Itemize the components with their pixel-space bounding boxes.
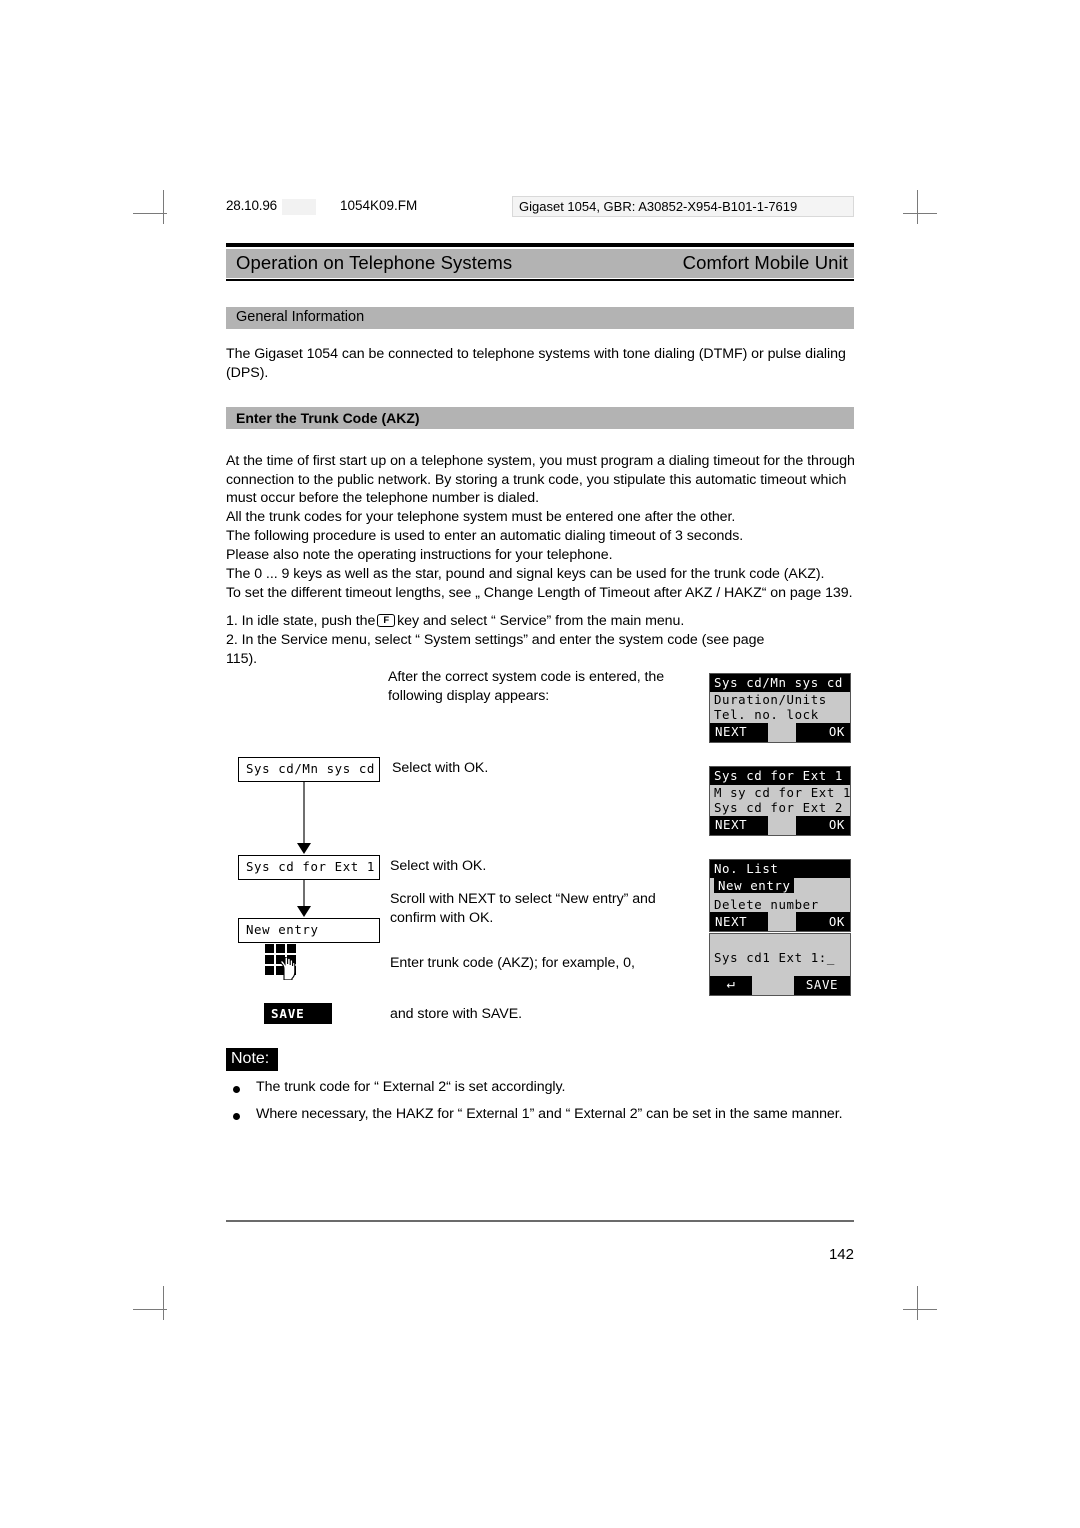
date-field-shade	[282, 199, 316, 215]
caption-select-with-ok-1: Select with OK.	[392, 760, 489, 776]
running-head-bar: Operation on Telephone Systems Comfort M…	[226, 249, 854, 278]
step-1: 1. In idle state, push the Fkey and selec…	[226, 612, 858, 631]
lcd-3-row-1: New entry	[710, 877, 850, 897]
crop-mark-top-right-v	[917, 190, 918, 224]
lcd-3-softkeys: NEXT OK	[710, 912, 850, 932]
lcd-1-title: Sys cd/Mn sys cd	[710, 674, 850, 692]
crop-mark-top-left-v	[163, 190, 164, 224]
lcd-4-spacer	[710, 934, 850, 950]
note-item-1: The trunk code for “ External 2“ is set …	[256, 1079, 566, 1095]
lcd-3-softkey-next[interactable]: NEXT	[710, 912, 768, 932]
flow-arrowhead-2	[297, 906, 311, 917]
save-key-glyph: SAVE	[264, 1003, 332, 1024]
lcd-2-row-2: Sys cd for Ext 2	[710, 800, 850, 816]
paragraph-1: At the time of first start up on a telep…	[226, 453, 855, 507]
flow-connector-1	[303, 782, 305, 847]
caption-store-with-save: and store with SAVE.	[390, 1006, 523, 1022]
lcd-1-row-1: Duration/Units	[710, 691, 850, 708]
step-1-text-before: 1. In idle state, push the	[226, 613, 376, 629]
lcd-4-row-1: Sys cd1 Ext 1:_	[710, 950, 850, 966]
note-tag: Note:	[226, 1048, 279, 1071]
crop-mark-top-right-h	[903, 213, 937, 214]
lcd-display-1: Sys cd/Mn sys cd Duration/Units Tel. no.…	[709, 673, 851, 743]
lcd-1-softkey-ok[interactable]: OK	[796, 722, 850, 742]
caption-after-system-code: After the correct system code is entered…	[388, 669, 665, 704]
paragraph-6: To set the different timeout lengths, se…	[226, 585, 853, 601]
page-number: 142	[828, 1246, 854, 1263]
f-key-icon: F	[377, 614, 396, 627]
section-heading-enter-trunk-code: Enter the Trunk Code (AKZ)	[226, 407, 854, 429]
lcd-3-softkey-ok[interactable]: OK	[796, 912, 850, 932]
lcd-2-softkey-ok[interactable]: OK	[796, 815, 850, 835]
lcd-display-3: No. List New entry Delete number NEXT OK	[709, 859, 851, 933]
crop-mark-bottom-right-h	[903, 1309, 937, 1310]
lcd-1-row-2: Tel. no. lock	[710, 707, 850, 723]
caption-enter-trunk-code: Enter trunk code (AKZ); for example, 0,	[390, 955, 635, 971]
lcd-1-softkeys: NEXT OK	[710, 722, 850, 742]
paragraph-5: The 0 ... 9 keys as well as the star, po…	[226, 566, 825, 582]
intro-paragraph: The Gigaset 1054 can be connected to tel…	[226, 346, 846, 381]
crop-mark-top-left-h	[133, 213, 167, 214]
flow-box-sys-cd-mn-sys-cd: Sys cd/Mn sys cd	[238, 757, 380, 782]
lcd-2-softkeys: NEXT OK	[710, 815, 850, 835]
running-head-left: Operation on Telephone Systems	[236, 252, 513, 273]
meta-doc-ref: Gigaset 1054, GBR: A30852-X954-B101-1-76…	[512, 196, 854, 217]
meta-date: 28.10.96	[226, 198, 277, 213]
caption-select-with-ok-2: Select with OK.	[390, 858, 487, 874]
note-item-2: Where necessary, the HAKZ for “ External…	[256, 1106, 843, 1122]
paragraph-3: The following procedure is used to enter…	[226, 528, 744, 544]
footer-rule	[226, 1220, 854, 1222]
lcd-2-softkey-next[interactable]: NEXT	[710, 815, 768, 835]
lcd-display-4: Sys cd1 Ext 1:_ ↵ SAVE	[709, 933, 851, 996]
step-1-text-after: key and select “ Service” from the main …	[397, 613, 685, 629]
keypad-icon	[265, 944, 305, 980]
note-bullet-1	[233, 1086, 240, 1093]
lcd-4-softkeys: ↵ SAVE	[710, 975, 850, 995]
lcd-4-softkey-save[interactable]: SAVE	[794, 975, 850, 995]
caption-scroll-next: Scroll with NEXT to select “New entry” a…	[390, 891, 656, 926]
note-bullet-2	[233, 1113, 240, 1120]
lcd-2-title: Sys cd for Ext 1	[710, 767, 850, 785]
paragraph-2: All the trunk codes for your telephone s…	[226, 509, 736, 525]
meta-filename: 1054K09.FM	[340, 198, 418, 213]
flow-box-new-entry: New entry	[238, 918, 380, 943]
lcd-3-title: No. List	[710, 860, 850, 878]
document-meta-row: 28.10.96 1054K09.FM Gigaset 1054, GBR: A…	[226, 196, 854, 220]
crop-mark-bottom-left-h	[133, 1309, 167, 1310]
flow-arrowhead-1	[297, 843, 311, 854]
crop-mark-bottom-right-v	[917, 1286, 918, 1320]
section-heading-general-information: General Information	[226, 307, 854, 329]
paragraph-4: Please also note the operating instructi…	[226, 547, 613, 563]
header-rule-bottom	[226, 279, 854, 281]
crop-mark-bottom-left-v	[163, 1286, 164, 1320]
lcd-4-softkey-back[interactable]: ↵	[710, 975, 752, 995]
hand-pointer-icon	[280, 957, 296, 980]
lcd-2-row-1: M sy cd for Ext 1	[710, 784, 850, 801]
header-rule-top	[226, 243, 854, 247]
lcd-1-softkey-next[interactable]: NEXT	[710, 722, 768, 742]
step-2: 2. In the Service menu, select “ System …	[226, 632, 765, 667]
lcd-3-row-2: Delete number	[710, 896, 850, 913]
lcd-display-2: Sys cd for Ext 1 M sy cd for Ext 1 Sys c…	[709, 766, 851, 836]
lcd-3-row-1-highlight: New entry	[714, 877, 794, 894]
flow-box-sys-cd-for-ext-1: Sys cd for Ext 1	[238, 855, 380, 880]
running-head-right: Comfort Mobile Unit	[682, 252, 848, 273]
lcd-4-spacer-2	[710, 965, 850, 976]
